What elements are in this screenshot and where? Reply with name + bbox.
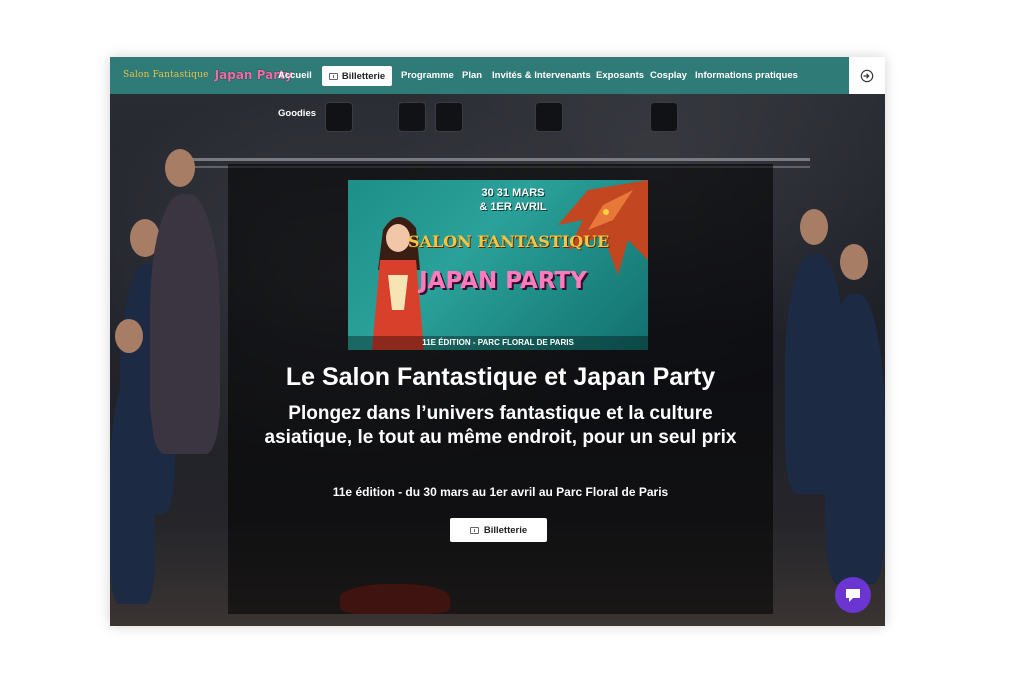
poster-salon-title: SALON FANTASTIQUE bbox=[408, 232, 610, 251]
stage-light bbox=[535, 102, 563, 132]
browser-page: Salon Fantastique Japan Party Accueil Bi… bbox=[110, 57, 885, 626]
hero-billetterie-label: Billetterie bbox=[483, 524, 528, 536]
crowd-person-head bbox=[800, 209, 828, 245]
nav-invites[interactable]: Invités & Intervenants bbox=[492, 57, 591, 94]
poster-edition-banner: 11E ÉDITION - PARC FLORAL DE PARIS bbox=[348, 336, 648, 350]
hero-title: Le Salon Fantastique et Japan Party bbox=[285, 363, 716, 391]
hero-subtitle: Plongez dans l’univers fantastique et la… bbox=[264, 403, 737, 448]
nav-goodies[interactable]: Goodies bbox=[278, 95, 316, 132]
stage-light bbox=[650, 102, 678, 132]
crowd-person bbox=[825, 294, 885, 584]
poster-japan-title: JAPAN PARTY bbox=[419, 268, 587, 294]
chat-icon bbox=[846, 588, 860, 602]
nav-billetterie-label: Billetterie bbox=[341, 70, 386, 82]
crowd-person bbox=[150, 194, 220, 454]
hero-edition-info: 11e édition - du 30 mars au 1er avril au… bbox=[332, 485, 669, 499]
chat-button[interactable] bbox=[835, 577, 871, 613]
nav-programme[interactable]: Programme bbox=[401, 57, 454, 94]
stage-light bbox=[325, 102, 353, 132]
poster-dates-line1: 30 31 MARS bbox=[481, 187, 545, 199]
crowd-person-head bbox=[165, 149, 195, 187]
poster-dates-line2: & 1ER AVRIL bbox=[479, 201, 547, 213]
login-icon bbox=[860, 69, 874, 82]
login-button[interactable] bbox=[849, 57, 885, 94]
stage-light bbox=[435, 102, 463, 132]
nav-exposants[interactable]: Exposants bbox=[596, 57, 644, 94]
ticket-icon bbox=[469, 526, 479, 534]
site-header: Salon Fantastique Japan Party Accueil Bi… bbox=[110, 57, 885, 94]
logo-salon-text: Salon Fantastique bbox=[123, 70, 209, 80]
ticket-icon bbox=[328, 72, 338, 80]
hero-section bbox=[110, 94, 885, 626]
nav-informations[interactable]: Informations pratiques bbox=[695, 57, 798, 94]
site-logo[interactable]: Salon Fantastique Japan Party bbox=[123, 65, 293, 85]
nav-cosplay[interactable]: Cosplay bbox=[650, 57, 687, 94]
crowd-person bbox=[110, 374, 155, 604]
event-poster: 30 31 MARS & 1ER AVRIL SALON FANTASTIQUE… bbox=[348, 180, 648, 350]
nav-plan[interactable]: Plan bbox=[462, 57, 482, 94]
hero-billetterie-button[interactable]: Billetterie bbox=[450, 518, 547, 542]
poster-dates: 30 31 MARS & 1ER AVRIL bbox=[458, 186, 568, 214]
crowd-person-head bbox=[115, 319, 143, 353]
crowd-person-head bbox=[840, 244, 868, 280]
nav-accueil[interactable]: Accueil bbox=[278, 57, 312, 94]
nav-billetterie-button[interactable]: Billetterie bbox=[322, 66, 392, 86]
stage-light bbox=[398, 102, 426, 132]
